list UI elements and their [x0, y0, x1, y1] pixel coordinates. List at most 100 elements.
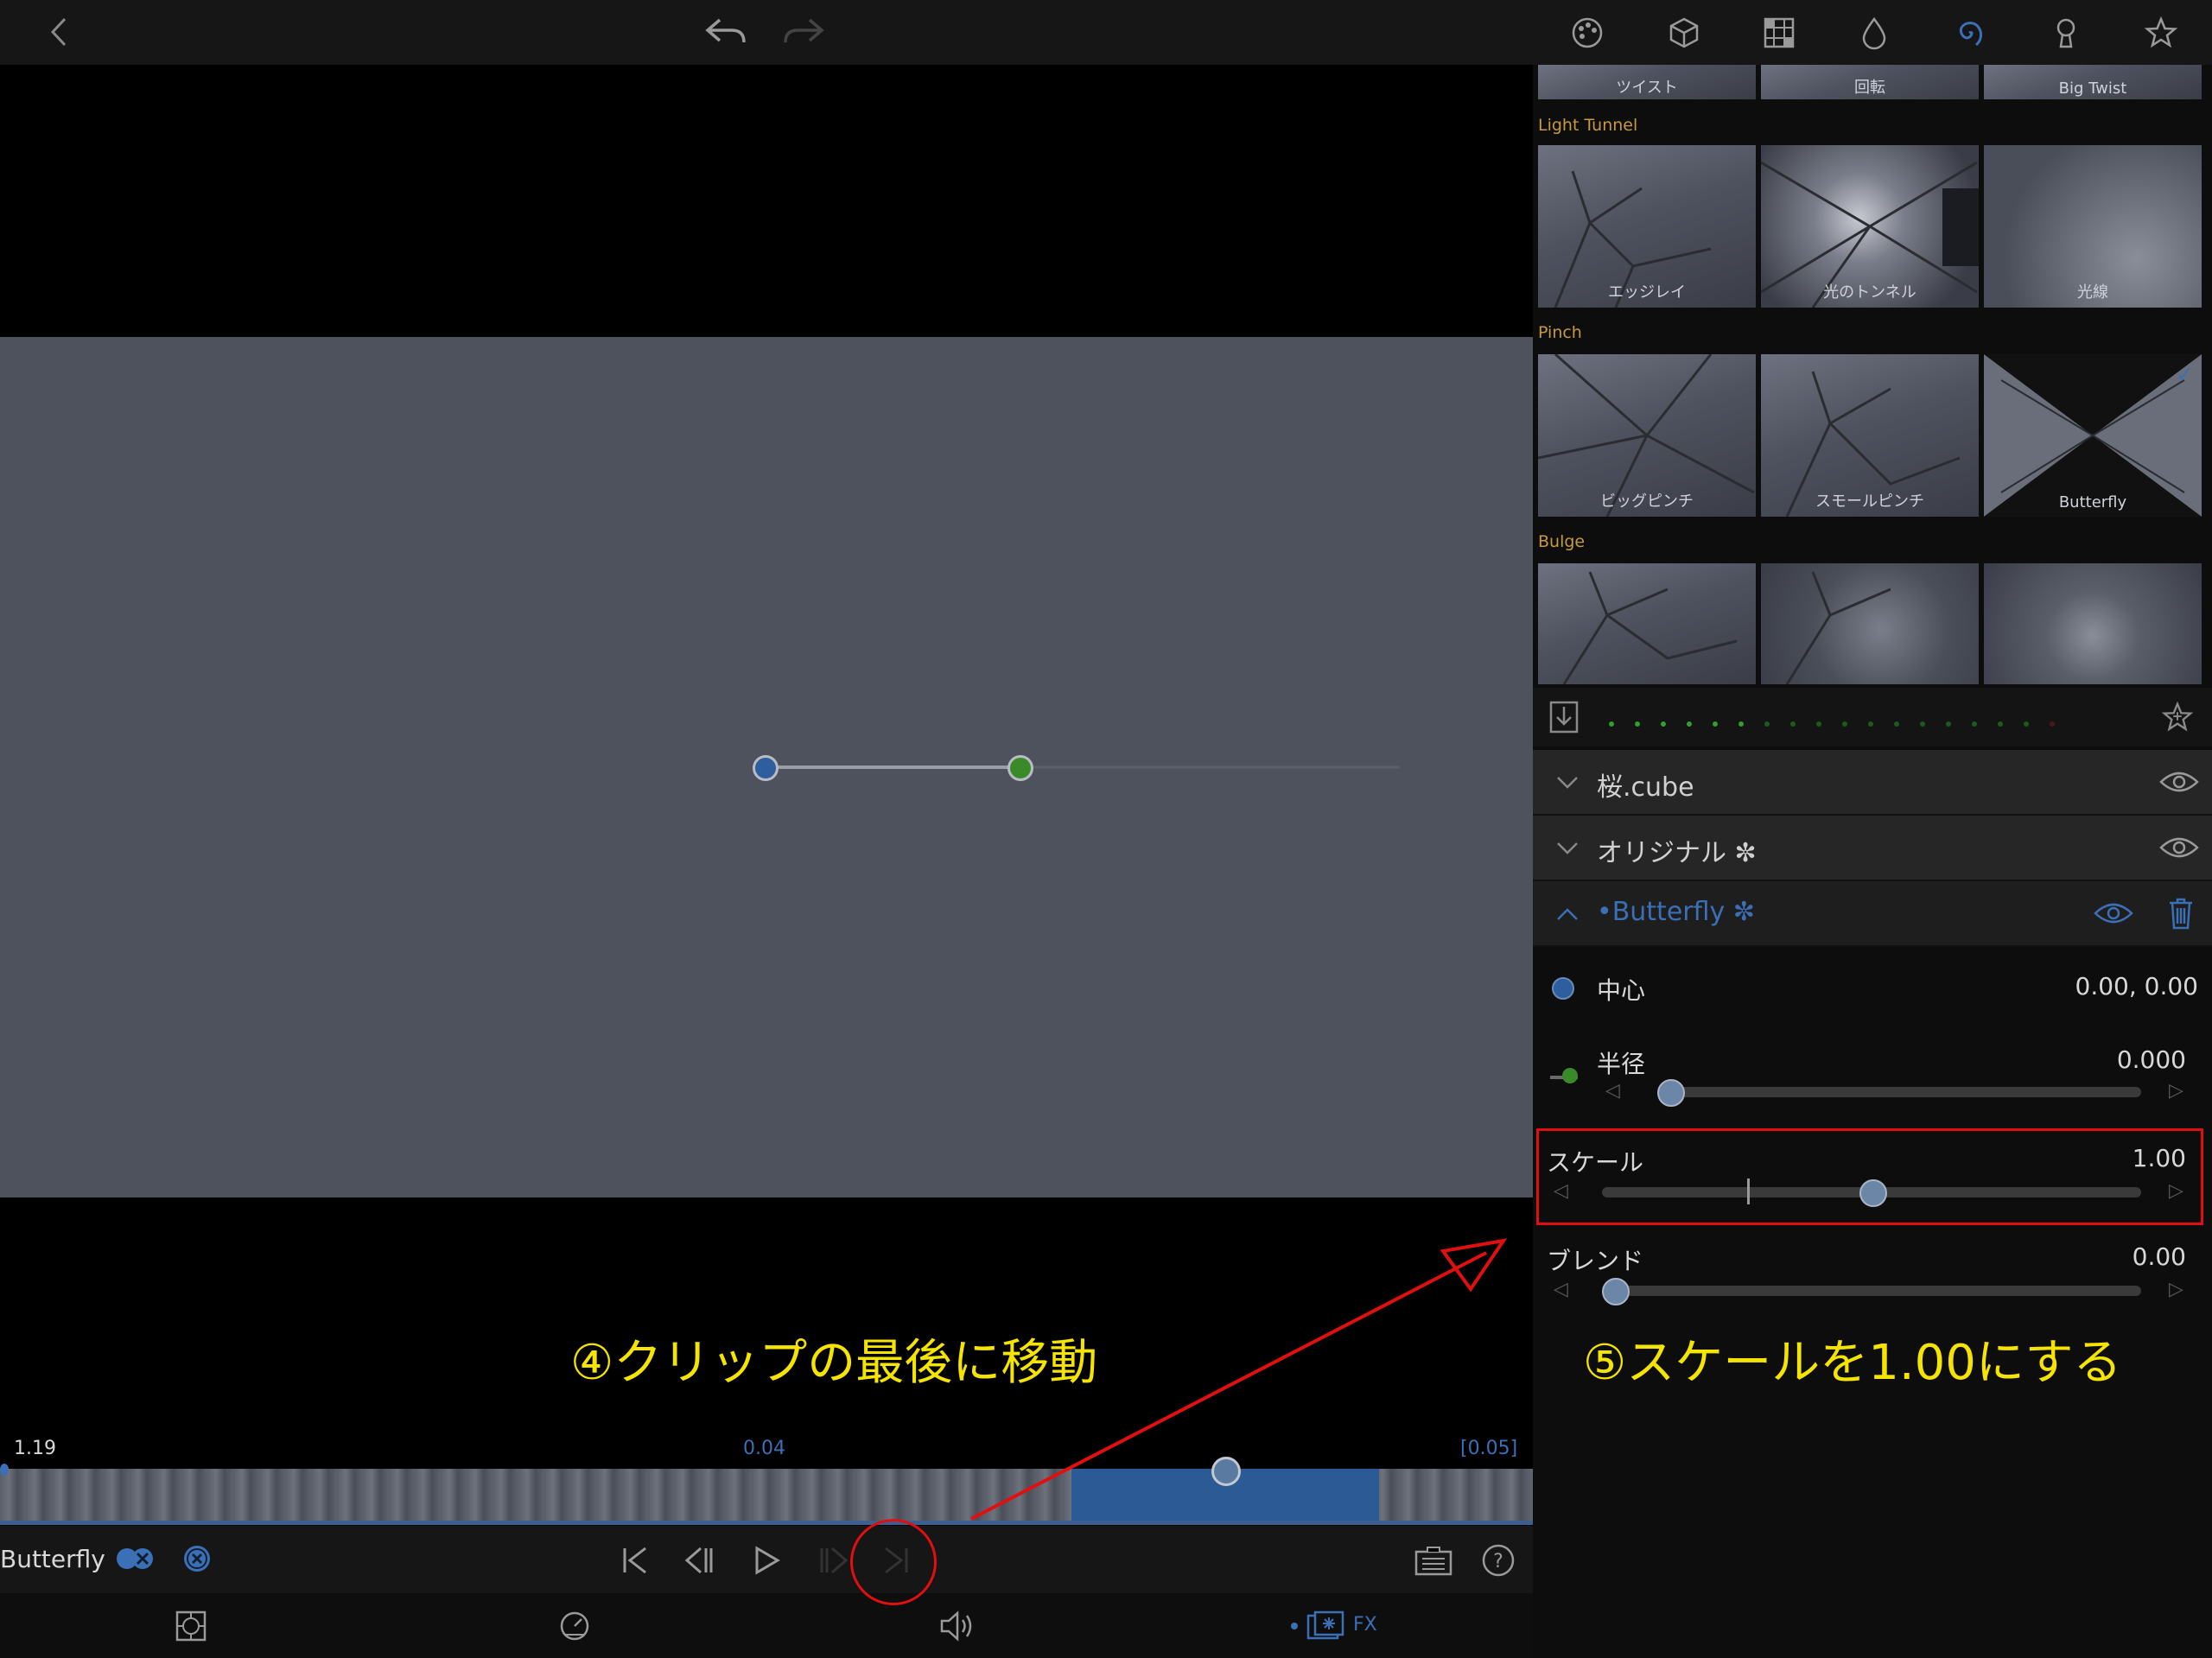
- timecode-left: 1.19: [14, 1438, 56, 1459]
- layer-name: オリジナル ✼: [1597, 838, 1757, 868]
- param-center-label: 中心: [1597, 976, 1646, 1005]
- top-toolbar: [0, 0, 1533, 65]
- grid-icon[interactable]: [1758, 12, 1801, 54]
- layer-row-original[interactable]: オリジナル ✼: [1533, 816, 2212, 881]
- blend-slider-knob[interactable]: [1602, 1278, 1630, 1305]
- param-center-value[interactable]: 0.00, 0.00: [1987, 972, 2199, 1001]
- layer-row-butterfly[interactable]: •Butterfly ✼: [1533, 881, 2212, 947]
- effect-thumb-label: 光のトンネル: [1823, 283, 1916, 302]
- step-forward-icon[interactable]: [812, 1541, 855, 1579]
- keyframe-toggle-icon[interactable]: [112, 1541, 157, 1576]
- effect-thumb-label: 光線: [2077, 283, 2108, 302]
- download-icon[interactable]: [1545, 696, 1583, 738]
- chevron-down-icon[interactable]: [1550, 765, 1585, 800]
- cube-icon[interactable]: [1662, 12, 1706, 54]
- radius-increment[interactable]: ▷: [2169, 1080, 2183, 1102]
- blend-increment[interactable]: ▷: [2169, 1279, 2183, 1300]
- category-label: Light Tunnel: [1538, 116, 1638, 135]
- video-preview[interactable]: [0, 337, 1533, 1197]
- swirl-icon[interactable]: [1948, 12, 1991, 54]
- timeline-start-marker: [0, 1464, 9, 1476]
- effect-thumb-twist[interactable]: ツイスト: [1538, 65, 1756, 99]
- drop-icon[interactable]: [1853, 12, 1896, 54]
- svg-text:?: ?: [1493, 1551, 1503, 1572]
- param-blend-label: ブレンド: [1547, 1247, 1644, 1275]
- scale-increment[interactable]: ▷: [2169, 1180, 2183, 1202]
- effect-name-label: Butterfly: [0, 1545, 105, 1573]
- radius-handle[interactable]: [1007, 755, 1033, 781]
- trash-icon[interactable]: [2162, 893, 2200, 933]
- effect-thumb-label: ツイスト: [1616, 79, 1678, 97]
- scale-slider-knob[interactable]: [1859, 1179, 1887, 1207]
- crop-target-icon[interactable]: [169, 1607, 213, 1645]
- checkmark-icon: ✓: [2175, 363, 2193, 387]
- speed-gauge-icon[interactable]: [553, 1607, 596, 1645]
- center-handle[interactable]: [753, 755, 779, 781]
- radius-slider-knob[interactable]: [1657, 1079, 1685, 1107]
- layer-name: 桜.cube: [1597, 772, 1694, 803]
- eye-icon[interactable]: [2157, 764, 2202, 800]
- blend-slider-track[interactable]: [1602, 1286, 2141, 1296]
- eye-icon[interactable]: [2091, 895, 2136, 931]
- skip-to-start-icon[interactable]: [613, 1541, 657, 1579]
- blend-decrement[interactable]: ◁: [1554, 1279, 1568, 1300]
- radius-slider-track[interactable]: [1657, 1087, 2141, 1097]
- category-label: Bulge: [1538, 532, 1586, 551]
- undo-icon[interactable]: [700, 12, 752, 52]
- category-label: Pinch: [1538, 323, 1582, 342]
- param-radius-value: 0.000: [2116, 1045, 2186, 1074]
- effect-thumb-light-beam[interactable]: 光線: [1984, 145, 2202, 308]
- effect-thumb-label: ビッグピンチ: [1600, 492, 1694, 511]
- layer-row-cube[interactable]: 桜.cube: [1533, 750, 2212, 816]
- effect-thumb-label: 回転: [1854, 79, 1885, 97]
- redo-icon[interactable]: [778, 12, 830, 52]
- eye-icon[interactable]: [2157, 829, 2202, 866]
- bottom-tab-bar: FX: [0, 1593, 1533, 1658]
- scale-decrement[interactable]: ◁: [1554, 1180, 1568, 1202]
- clipboard-icon[interactable]: [1410, 1541, 1457, 1579]
- effect-thumb-butterfly[interactable]: ✓ Butterfly: [1984, 354, 2202, 517]
- audio-icon[interactable]: [935, 1607, 982, 1645]
- timecode-playhead: 0.04: [743, 1438, 785, 1459]
- back-chevron-icon[interactable]: [41, 12, 76, 52]
- star-icon[interactable]: [2139, 12, 2183, 54]
- effect-thumb-label: スモールピンチ: [1815, 492, 1924, 511]
- palette-icon[interactable]: [1566, 12, 1609, 54]
- fx-icon[interactable]: [1301, 1607, 1350, 1645]
- effect-thumb-edge-ray[interactable]: エッジレイ: [1538, 145, 1756, 308]
- effect-thumb-bulge-2[interactable]: [1761, 563, 1979, 684]
- annotation-step4: ④クリップの最後に移動: [570, 1335, 1098, 1391]
- radius-dot: [1562, 1068, 1578, 1083]
- center-dot: [1552, 977, 1574, 1000]
- page-indicator-dots: [1609, 715, 2110, 727]
- effect-thumb-rotate[interactable]: 回転: [1761, 65, 1979, 99]
- keyhole-icon[interactable]: [2044, 12, 2088, 54]
- timecode-right: [0.05]: [1460, 1438, 1518, 1459]
- favorite-star-icon[interactable]: [2158, 698, 2196, 736]
- radius-decrement[interactable]: ◁: [1605, 1080, 1620, 1102]
- playback-controls: Butterfly ?: [0, 1526, 1533, 1593]
- effect-thumb-bulge-3[interactable]: [1984, 563, 2202, 684]
- effect-thumb-bulge-1[interactable]: [1538, 563, 1756, 684]
- timeline-keyframe-handle[interactable]: [1211, 1457, 1241, 1486]
- effect-thumb-light-tunnel[interactable]: 光のトンネル: [1761, 145, 1979, 308]
- param-blend-value: 0.00: [2132, 1242, 2186, 1271]
- param-radius-label: 半径: [1597, 1050, 1646, 1078]
- remove-keyframe-icon[interactable]: [178, 1541, 216, 1576]
- param-scale-value: 1.00: [2132, 1144, 2186, 1172]
- annotation-step5: ⑤スケールを1.00にする: [1583, 1335, 2122, 1391]
- layer-name: •Butterfly ✼: [1597, 897, 1755, 927]
- effect-thumb-big-twist[interactable]: Big Twist: [1984, 65, 2202, 99]
- effect-thumb-small-pinch[interactable]: スモールピンチ: [1761, 354, 1979, 517]
- play-icon[interactable]: [745, 1541, 788, 1579]
- effect-category-tabs: [1533, 0, 2212, 65]
- fx-label[interactable]: FX: [1353, 1614, 1377, 1636]
- step-back-icon[interactable]: [677, 1541, 721, 1579]
- chevron-up-icon[interactable]: [1550, 897, 1585, 931]
- chevron-down-icon[interactable]: [1550, 831, 1585, 866]
- fx-active-dot: [1291, 1623, 1298, 1629]
- skip-end-highlight-circle: [850, 1519, 937, 1605]
- effect-thumb-big-pinch[interactable]: ビッグピンチ: [1538, 354, 1756, 517]
- help-icon[interactable]: ?: [1479, 1541, 1517, 1579]
- timeline-progress-line: [0, 1521, 1533, 1525]
